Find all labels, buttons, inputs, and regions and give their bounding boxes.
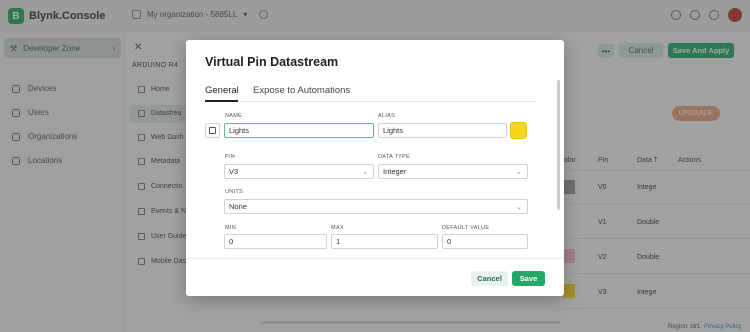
alias-label: ALIAS [378,113,396,119]
pin-select[interactable]: V3 ⌄ [224,164,374,179]
datastream-icon [209,127,216,134]
alias-field[interactable]: Lights [378,123,507,138]
min-label: MIN [225,225,236,231]
default-value-label: DEFAULT VALUE [442,225,490,231]
max-label: MAX [331,225,344,231]
default-value-field[interactable]: 0 [442,234,528,249]
data-type-label: DATA TYPE [378,154,411,160]
min-field[interactable]: 0 [224,234,327,249]
units-value: None [229,202,247,211]
name-label: NAME [225,113,243,119]
modal-scrollbar[interactable] [557,80,560,210]
save-button[interactable]: Save [512,271,545,286]
chevron-down-icon: ⌄ [362,169,368,176]
chevron-down-icon: ⌄ [516,204,522,211]
max-field[interactable]: 1 [331,234,438,249]
modal-title: Virtual Pin Datastream [205,55,339,69]
datastream-modal: Virtual Pin Datastream General Expose to… [186,40,564,296]
pin-label: PIN [225,154,236,160]
cancel-button[interactable]: Cancel [471,271,508,286]
data-type-value: Integer [383,167,407,176]
datastream-icon-picker[interactable] [205,123,220,138]
units-select[interactable]: None ⌄ [224,199,528,214]
data-type-select[interactable]: Integer ⌄ [378,164,528,179]
active-tab-underline [205,100,238,102]
tab-general[interactable]: General [205,85,239,96]
chevron-down-icon: ⌄ [516,169,522,176]
modal-tabs: General Expose to Automations [205,85,535,102]
tab-expose-to-automations[interactable]: Expose to Automations [253,85,350,96]
color-picker[interactable] [510,122,527,139]
pin-value: V3 [229,167,239,176]
name-field[interactable]: Lights [224,123,374,138]
units-label: UNITS [225,189,243,195]
modal-footer: Cancel Save [186,258,564,296]
